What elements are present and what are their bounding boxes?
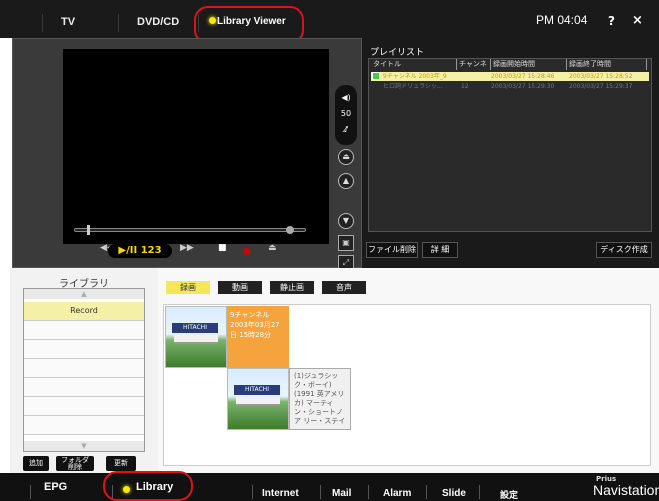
divider: [479, 485, 480, 499]
playlist-title: プレイリスト: [370, 48, 425, 58]
volume-level: 50: [340, 109, 352, 118]
playlist-row[interactable]: 9チャンネル 2003年_9 2003/03/27 15:28:46 2003/…: [371, 72, 649, 81]
seek-bar[interactable]: [74, 228, 306, 232]
nav-epg[interactable]: EPG: [44, 481, 67, 493]
close-button[interactable]: ×: [632, 13, 643, 28]
video-player: ◀) 50 ♪̸ ⏏ ▲ ▼ ▣ ⤢ ⧉: [12, 38, 362, 291]
divider: [30, 485, 31, 499]
volume-panel: ◀) 50 ♪̸: [335, 85, 357, 145]
tab-dvd-cd-label: DVD/CD: [137, 16, 180, 28]
library-empty-row[interactable]: [24, 378, 144, 397]
divider: [426, 485, 427, 499]
column-header-title[interactable]: タイトル: [371, 59, 457, 70]
playlist-cell-title: ヒロ詞ドリュラシッ...: [383, 83, 443, 90]
tab-video[interactable]: 動画: [218, 281, 262, 294]
library-list: ▲ Record ▼: [23, 288, 145, 452]
thumbnail-grid: HITACHI 9チャンネル 2003年03月27日 15時28分 HITACH…: [163, 304, 651, 466]
eject-icon[interactable]: ⏏: [268, 243, 277, 253]
library-empty-row[interactable]: [24, 321, 144, 340]
tab-still-image[interactable]: 静止画: [270, 281, 314, 294]
file-delete-button[interactable]: ファイル削除: [366, 242, 418, 258]
tab-dvd-cd[interactable]: DVD/CD: [118, 14, 198, 32]
divider: [320, 485, 321, 499]
playlist-row[interactable]: ヒロ詞ドリュラシッ... 12 2003/03/27 15:29:30 2003…: [371, 82, 649, 91]
column-header-channel[interactable]: チャンネ: [457, 59, 491, 70]
library-item-record[interactable]: Record: [24, 302, 144, 321]
nav-slide[interactable]: Slide: [442, 488, 466, 499]
nav-internet[interactable]: Internet: [262, 488, 299, 499]
thumbnail-logo: HITACHI: [172, 323, 218, 333]
tab-tv-label: TV: [61, 16, 76, 28]
thumbnail-logo: HITACHI: [234, 385, 280, 395]
library-empty-row[interactable]: [24, 340, 144, 359]
library-empty-row[interactable]: [24, 397, 144, 416]
building-graphic: [174, 335, 218, 344]
library-empty-row[interactable]: [24, 359, 144, 378]
disc-create-button[interactable]: ディスク作成: [596, 242, 652, 258]
library-content: 録画 動画 静止画 音声 HITACHI 9チャンネル 2003年03月27日 …: [158, 268, 659, 473]
playlist-cell-title: 9チャンネル 2003年_9: [383, 73, 447, 80]
library-panel: ライブラリ ▲ Record ▼ 追加 フォルダ 削除 更新: [10, 268, 158, 473]
scroll-down-icon[interactable]: ▼: [24, 441, 144, 451]
thumbnail-image[interactable]: HITACHI: [227, 368, 289, 430]
clock: PM 04:04: [536, 13, 588, 27]
playlist-cell-start: 2003/03/27 15:29:30: [491, 83, 555, 90]
window-icon[interactable]: ▣: [338, 235, 354, 251]
nav-settings[interactable]: 設定: [500, 488, 518, 501]
playlist-cell-end: 2003/03/27 15:29:37: [569, 83, 633, 90]
thumbnail-text[interactable]: (1)ジュラシック・ボーイ)(1991 英アメリカ) マーティン・ショートノア …: [289, 368, 351, 430]
column-header-end[interactable]: 録画終了時間: [567, 59, 647, 70]
nav-alarm[interactable]: Alarm: [383, 488, 411, 499]
video-screen[interactable]: [63, 49, 329, 244]
eject-circle-icon[interactable]: ⏏: [338, 149, 354, 165]
playlist-cell-end: 2003/03/27 15:28:52: [569, 73, 633, 80]
playback-display: ▶/II 123: [108, 244, 172, 258]
down-circle-icon[interactable]: ▼: [338, 213, 354, 229]
divider: [368, 485, 369, 499]
building-graphic: [236, 397, 280, 406]
thumbnail-image[interactable]: HITACHI: [165, 306, 227, 368]
brand-logo: Navistation 2: [593, 482, 659, 501]
add-button[interactable]: 追加: [23, 456, 49, 471]
playlist-table: タイトル チャンネ 録画開始時間 録画終了時間 9チャンネル 2003年_9 2…: [368, 58, 652, 232]
bottom-nav-bar: EPG Library Internet Mail Alarm Slide 設定…: [0, 471, 659, 501]
playlist-cell-start: 2003/03/27 15:28:46: [491, 73, 555, 80]
speaker-icon[interactable]: ◀): [335, 93, 357, 102]
playlist-cell-channel: 12: [461, 83, 469, 90]
column-header-start[interactable]: 録画開始時間: [491, 59, 567, 70]
tab-audio[interactable]: 音声: [322, 281, 366, 294]
update-button[interactable]: 更新: [106, 456, 136, 471]
tab-tv[interactable]: TV: [42, 14, 114, 32]
forward-icon[interactable]: ▶▶: [180, 243, 194, 253]
library-empty-row[interactable]: [24, 416, 144, 435]
details-button[interactable]: 詳 細: [422, 242, 458, 258]
highlight-ring-library: [103, 471, 193, 501]
playlist-panel: プレイリスト タイトル チャンネ 録画開始時間 録画終了時間 9チャンネル 20…: [362, 38, 659, 268]
help-button[interactable]: ?: [608, 14, 615, 28]
record-icon[interactable]: [243, 248, 250, 255]
scroll-up-icon[interactable]: ▲: [24, 289, 144, 299]
track-counter: 123: [140, 245, 162, 256]
thumbnail-recording[interactable]: 9チャンネル 2003年03月27日 15時28分: [227, 306, 289, 368]
top-bar: TV DVD/CD Library Viewer PM 04:04 ? ×: [0, 0, 659, 44]
up-circle-icon[interactable]: ▲: [338, 173, 354, 189]
nav-mail[interactable]: Mail: [332, 488, 351, 499]
play-pause-icon[interactable]: ▶/II: [118, 245, 137, 256]
divider: [252, 485, 253, 499]
folder-delete-button[interactable]: フォルダ 削除: [56, 456, 94, 471]
seek-start-handle[interactable]: [87, 225, 90, 235]
stop-icon[interactable]: ■: [218, 243, 227, 253]
mute-icon[interactable]: ♪̸: [335, 125, 357, 134]
tab-recording[interactable]: 録画: [166, 281, 210, 294]
seek-end-handle[interactable]: [286, 226, 294, 234]
playing-indicator-icon: [372, 72, 380, 80]
